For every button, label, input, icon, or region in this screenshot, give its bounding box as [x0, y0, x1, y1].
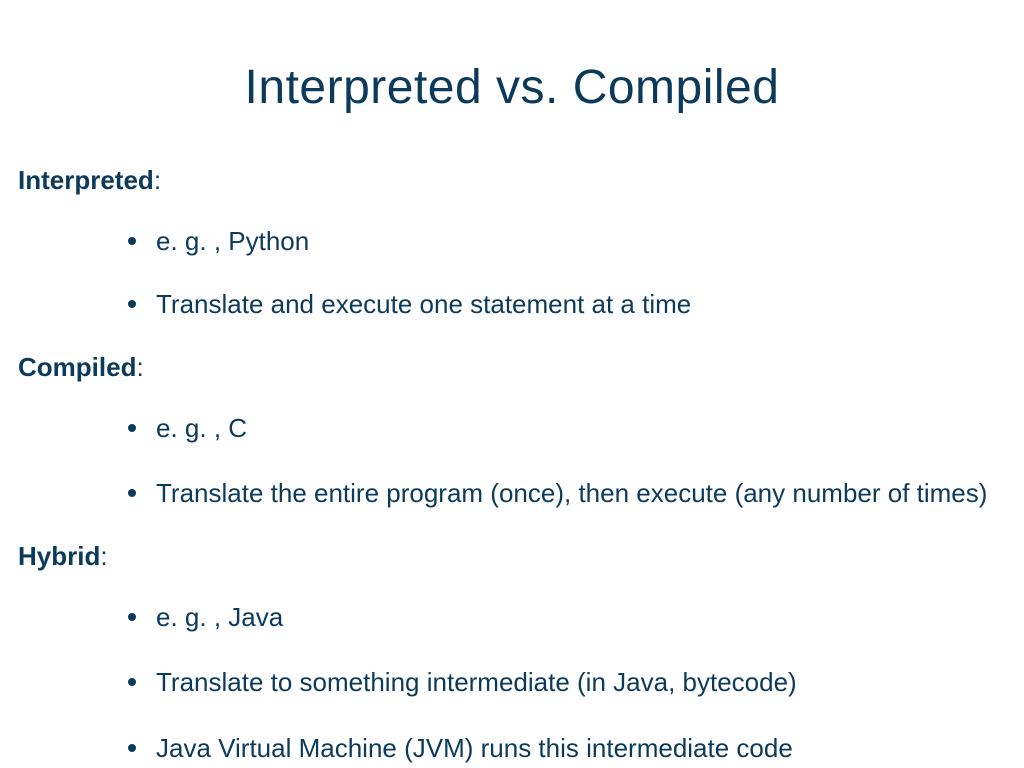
list-item: Translate the entire program (once), the…: [128, 476, 1006, 511]
bullet-list-interpreted: e. g. , Python Translate and execute one…: [18, 224, 1006, 322]
section-label-colon: :: [154, 165, 161, 195]
slide: Interpreted vs. Compiled Interpreted: e.…: [0, 0, 1024, 768]
list-item: e. g. , Java: [128, 600, 1006, 635]
section-label-text: Interpreted: [18, 165, 154, 195]
section-heading-interpreted: Interpreted:: [18, 165, 1006, 196]
bullet-list-hybrid: e. g. , Java Translate to something inte…: [18, 600, 1006, 765]
section-heading-hybrid: Hybrid:: [18, 541, 1006, 572]
section-label-colon: :: [100, 541, 107, 571]
bullet-list-compiled: e. g. , C Translate the entire program (…: [18, 411, 1006, 511]
list-item: Java Virtual Machine (JVM) runs this int…: [128, 731, 1006, 766]
slide-title: Interpreted vs. Compiled: [0, 0, 1024, 115]
section-label-text: Compiled: [18, 352, 136, 382]
section-label-text: Hybrid: [18, 541, 100, 571]
section-heading-compiled: Compiled:: [18, 352, 1006, 383]
list-item: e. g. , Python: [128, 224, 1006, 259]
list-item: Translate to something intermediate (in …: [128, 665, 1006, 700]
section-label-colon: :: [136, 352, 143, 382]
list-item: e. g. , C: [128, 411, 1006, 446]
list-item: Translate and execute one statement at a…: [128, 287, 1006, 322]
slide-content: Interpreted: e. g. , Python Translate an…: [0, 115, 1024, 766]
